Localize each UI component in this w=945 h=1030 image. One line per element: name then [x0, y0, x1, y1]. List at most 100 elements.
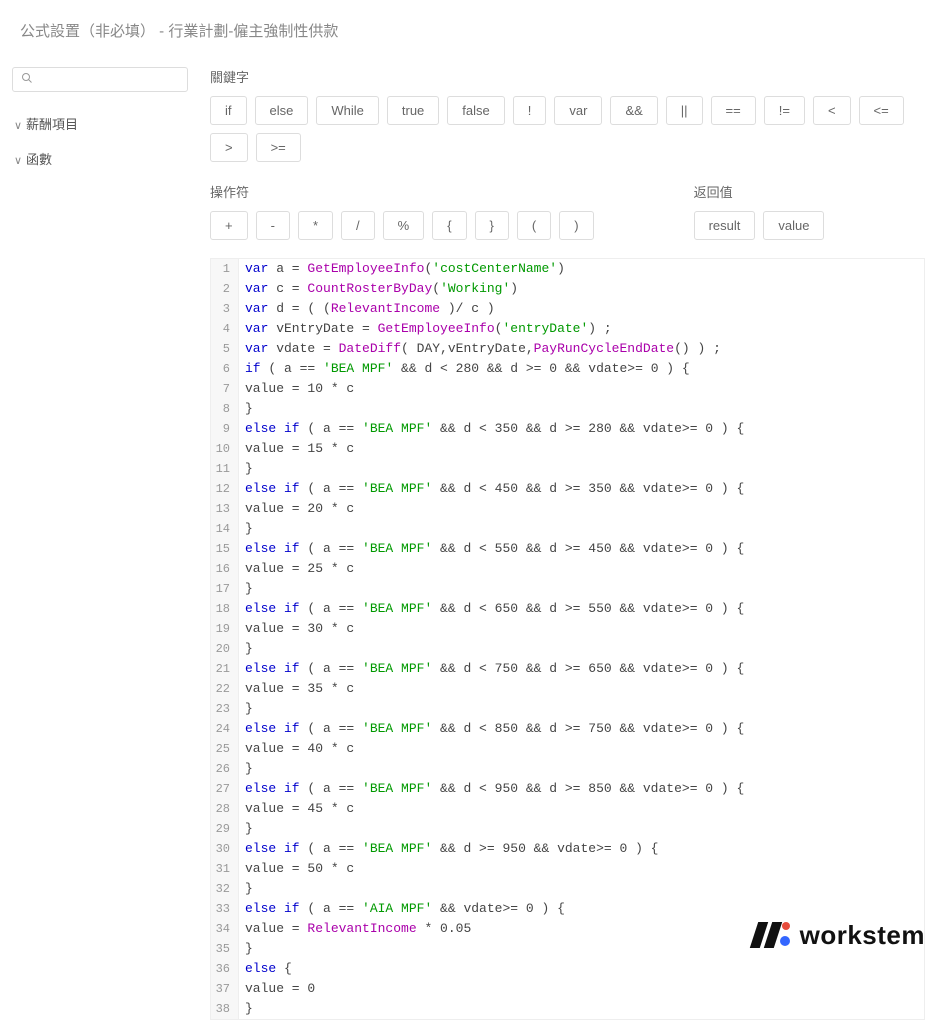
keyword-button-0[interactable]: if — [210, 96, 247, 125]
code-line[interactable]: 26} — [211, 759, 924, 779]
keyword-button-9[interactable]: == — [711, 96, 756, 125]
code-line[interactable]: 28value = 45 * c — [211, 799, 924, 819]
line-number: 37 — [211, 979, 239, 999]
line-number: 9 — [211, 419, 239, 439]
code-text: else if ( a == 'BEA MPF' && d < 750 && d… — [239, 659, 744, 679]
code-text: else if ( a == 'BEA MPF' && d < 650 && d… — [239, 599, 744, 619]
line-number: 22 — [211, 679, 239, 699]
keyword-button-2[interactable]: While — [316, 96, 379, 125]
line-number: 8 — [211, 399, 239, 419]
operator-button-2[interactable]: * — [298, 211, 333, 240]
return-label: 返回值 — [694, 182, 825, 201]
keyword-button-7[interactable]: && — [610, 96, 657, 125]
line-number: 19 — [211, 619, 239, 639]
line-number: 30 — [211, 839, 239, 859]
keyword-button-5[interactable]: ! — [513, 96, 547, 125]
keyword-button-14[interactable]: >= — [256, 133, 301, 162]
keyword-button-8[interactable]: || — [666, 96, 703, 125]
line-number: 15 — [211, 539, 239, 559]
code-line[interactable]: 33else if ( a == 'AIA MPF' && vdate>= 0 … — [211, 899, 924, 919]
code-line[interactable]: 18else if ( a == 'BEA MPF' && d < 650 &&… — [211, 599, 924, 619]
code-line[interactable]: 16value = 25 * c — [211, 559, 924, 579]
code-text: } — [239, 999, 253, 1019]
code-line[interactable]: 4var vEntryDate = GetEmployeeInfo('entry… — [211, 319, 924, 339]
code-text: value = 50 * c — [239, 859, 354, 879]
code-line[interactable]: 2var c = CountRosterByDay('Working') — [211, 279, 924, 299]
code-text: var vEntryDate = GetEmployeeInfo('entryD… — [239, 319, 612, 339]
search-icon — [21, 72, 33, 87]
code-text: value = 30 * c — [239, 619, 354, 639]
code-line[interactable]: 38} — [211, 999, 924, 1019]
code-line[interactable]: 6if ( a == 'BEA MPF' && d < 280 && d >= … — [211, 359, 924, 379]
code-line[interactable]: 17} — [211, 579, 924, 599]
code-line[interactable]: 36else { — [211, 959, 924, 979]
code-editor[interactable]: 1var a = GetEmployeeInfo('costCenterName… — [210, 258, 925, 1020]
keyword-button-1[interactable]: else — [255, 96, 309, 125]
operator-button-6[interactable]: } — [475, 211, 509, 240]
keyword-button-10[interactable]: != — [764, 96, 805, 125]
code-text: } — [239, 939, 253, 959]
code-line[interactable]: 32} — [211, 879, 924, 899]
keyword-button-3[interactable]: true — [387, 96, 439, 125]
operator-button-1[interactable]: - — [256, 211, 290, 240]
keyword-button-11[interactable]: < — [813, 96, 851, 125]
code-line[interactable]: 1var a = GetEmployeeInfo('costCenterName… — [211, 259, 924, 279]
code-line[interactable]: 8} — [211, 399, 924, 419]
code-line[interactable]: 21else if ( a == 'BEA MPF' && d < 750 &&… — [211, 659, 924, 679]
code-line[interactable]: 29} — [211, 819, 924, 839]
code-line[interactable]: 27else if ( a == 'BEA MPF' && d < 950 &&… — [211, 779, 924, 799]
operator-button-8[interactable]: ) — [559, 211, 593, 240]
return-button-1[interactable]: value — [763, 211, 824, 240]
code-text: } — [239, 879, 253, 899]
keyword-button-6[interactable]: var — [554, 96, 602, 125]
code-line[interactable]: 30else if ( a == 'BEA MPF' && d >= 950 &… — [211, 839, 924, 859]
code-line[interactable]: 10value = 15 * c — [211, 439, 924, 459]
line-number: 13 — [211, 499, 239, 519]
code-line[interactable]: 37value = 0 — [211, 979, 924, 999]
sidebar-item-1[interactable]: ∨函數 — [10, 141, 190, 176]
code-text: } — [239, 519, 253, 539]
operator-button-0[interactable]: + — [210, 211, 248, 240]
code-line[interactable]: 5var vdate = DateDiff( DAY,vEntryDate,Pa… — [211, 339, 924, 359]
code-line[interactable]: 23} — [211, 699, 924, 719]
code-line[interactable]: 25value = 40 * c — [211, 739, 924, 759]
line-number: 20 — [211, 639, 239, 659]
operator-button-4[interactable]: % — [383, 211, 425, 240]
code-line[interactable]: 14} — [211, 519, 924, 539]
search-input[interactable] — [37, 72, 179, 87]
code-text: else if ( a == 'BEA MPF' && d < 850 && d… — [239, 719, 744, 739]
keyword-button-13[interactable]: > — [210, 133, 248, 162]
code-text: value = 25 * c — [239, 559, 354, 579]
code-text: value = 0 — [239, 979, 315, 999]
code-line[interactable]: 20} — [211, 639, 924, 659]
operator-button-5[interactable]: { — [432, 211, 466, 240]
code-text: value = 40 * c — [239, 739, 354, 759]
code-text: value = 35 * c — [239, 679, 354, 699]
code-line[interactable]: 12else if ( a == 'BEA MPF' && d < 450 &&… — [211, 479, 924, 499]
search-input-wrap[interactable] — [12, 67, 188, 92]
code-line[interactable]: 24else if ( a == 'BEA MPF' && d < 850 &&… — [211, 719, 924, 739]
page-title: 公式設置（非必填） - 行業計劃-僱主強制性供款 — [0, 0, 945, 51]
keyword-button-12[interactable]: <= — [859, 96, 904, 125]
line-number: 29 — [211, 819, 239, 839]
sidebar-item-0[interactable]: ∨薪酬項目 — [10, 106, 190, 141]
keyword-button-4[interactable]: false — [447, 96, 504, 125]
operator-button-7[interactable]: ( — [517, 211, 551, 240]
code-line[interactable]: 19value = 30 * c — [211, 619, 924, 639]
operator-button-3[interactable]: / — [341, 211, 375, 240]
code-line[interactable]: 3var d = ( (RelevantIncome )/ c ) — [211, 299, 924, 319]
code-line[interactable]: 11} — [211, 459, 924, 479]
code-line[interactable]: 22value = 35 * c — [211, 679, 924, 699]
line-number: 10 — [211, 439, 239, 459]
line-number: 36 — [211, 959, 239, 979]
line-number: 6 — [211, 359, 239, 379]
line-number: 34 — [211, 919, 239, 939]
line-number: 16 — [211, 559, 239, 579]
code-line[interactable]: 15else if ( a == 'BEA MPF' && d < 550 &&… — [211, 539, 924, 559]
code-line[interactable]: 31value = 50 * c — [211, 859, 924, 879]
return-button-0[interactable]: result — [694, 211, 756, 240]
code-line[interactable]: 7value = 10 * c — [211, 379, 924, 399]
code-line[interactable]: 9else if ( a == 'BEA MPF' && d < 350 && … — [211, 419, 924, 439]
line-number: 27 — [211, 779, 239, 799]
code-line[interactable]: 13value = 20 * c — [211, 499, 924, 519]
